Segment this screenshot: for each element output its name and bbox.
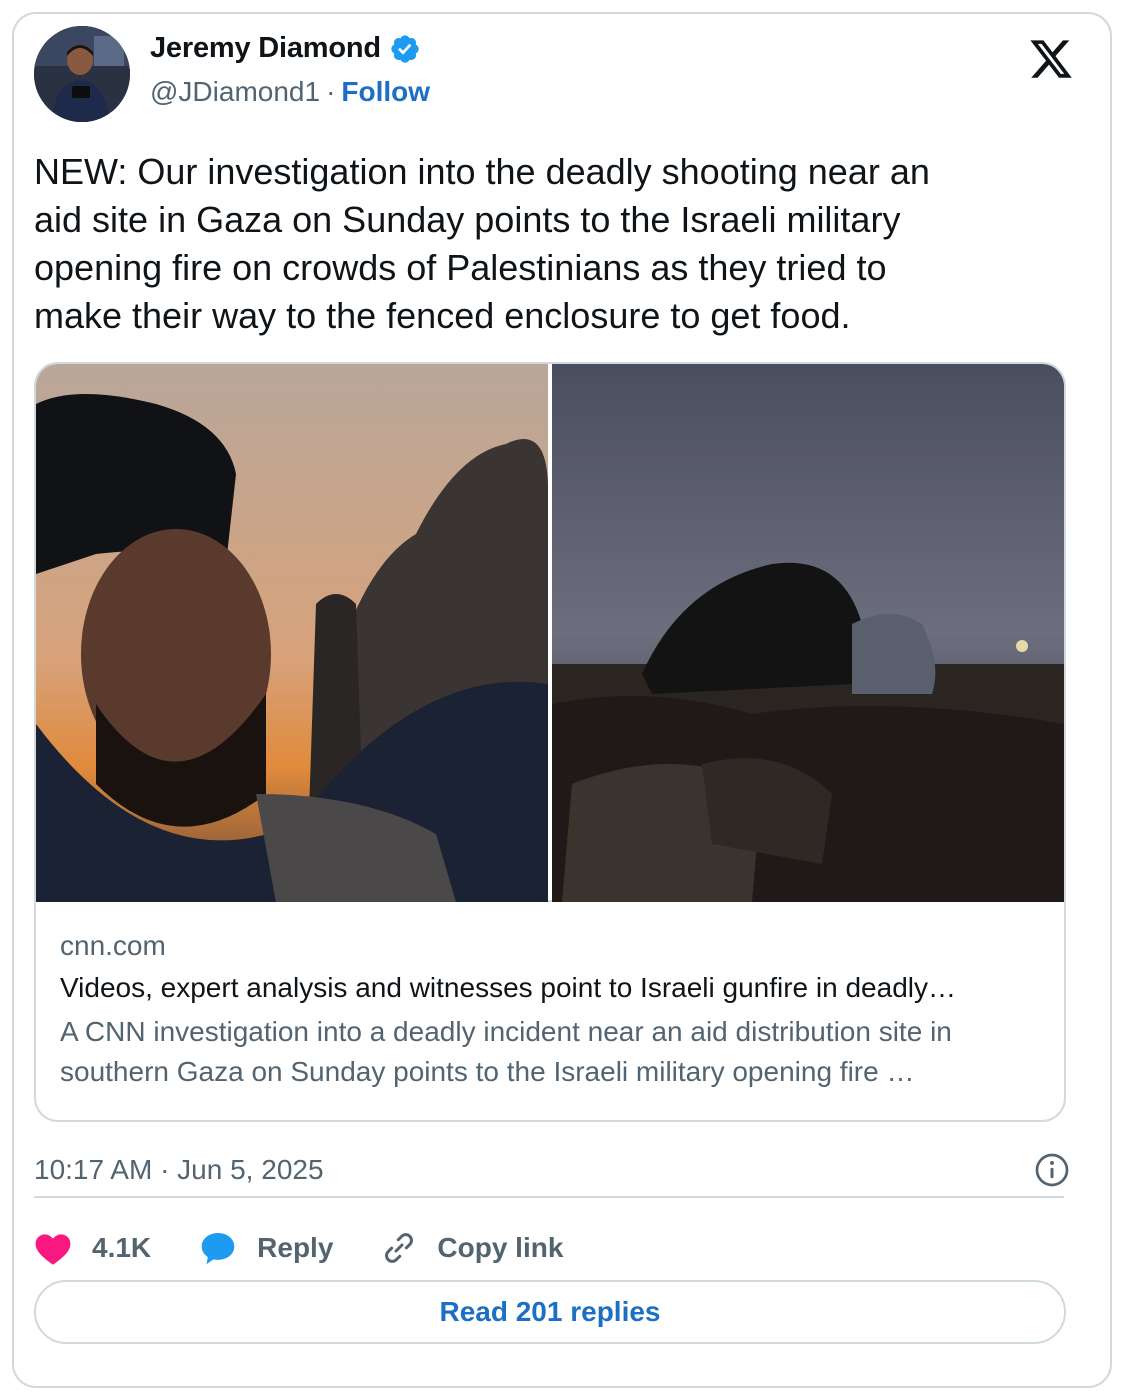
- verified-badge-icon: [389, 33, 421, 65]
- author-display-name[interactable]: Jeremy Diamond: [150, 32, 381, 65]
- x-logo-icon[interactable]: [1028, 36, 1074, 82]
- link-preview-media[interactable]: [36, 364, 1064, 902]
- reply-label: Reply: [257, 1232, 334, 1263]
- author-handle[interactable]: @JDiamond1: [150, 76, 320, 108]
- avatar[interactable]: [34, 26, 130, 122]
- tweet-header: Jeremy Diamond @JDiamond1 · Follow: [34, 26, 1074, 122]
- follow-button[interactable]: Follow: [341, 76, 430, 108]
- tweet-text: NEW: Our investigation into the deadly s…: [34, 151, 930, 336]
- handle-separator: ·: [326, 76, 336, 107]
- preview-image-right: [552, 364, 1064, 902]
- divider: [34, 1196, 1064, 1198]
- heart-icon: [34, 1230, 72, 1266]
- tweet-timestamp[interactable]: 10:17 AM · Jun 5, 2025: [34, 1154, 324, 1185]
- timestamp-row: 10:17 AM · Jun 5, 2025: [34, 1150, 1074, 1190]
- speech-bubble-icon: [199, 1229, 237, 1267]
- link-icon: [381, 1230, 417, 1266]
- link-domain: cnn.com: [60, 930, 166, 961]
- preview-image-left: [36, 364, 548, 902]
- action-bar: 4.1K Reply Copy link: [34, 1218, 611, 1278]
- reply-button[interactable]: Reply: [199, 1229, 333, 1267]
- copy-link-label: Copy link: [437, 1232, 564, 1263]
- link-description: A CNN investigation into a deadly incide…: [60, 1016, 952, 1087]
- link-preview-card[interactable]: cnn.com Videos, expert analysis and witn…: [34, 362, 1066, 1122]
- like-button[interactable]: 4.1K: [34, 1230, 151, 1266]
- info-icon[interactable]: [1034, 1152, 1070, 1188]
- like-count: 4.1K: [92, 1232, 152, 1263]
- read-replies-button[interactable]: Read 201 replies: [34, 1280, 1066, 1344]
- copy-link-button[interactable]: Copy link: [381, 1230, 563, 1266]
- link-title[interactable]: Videos, expert analysis and witnesses po…: [60, 968, 1040, 1008]
